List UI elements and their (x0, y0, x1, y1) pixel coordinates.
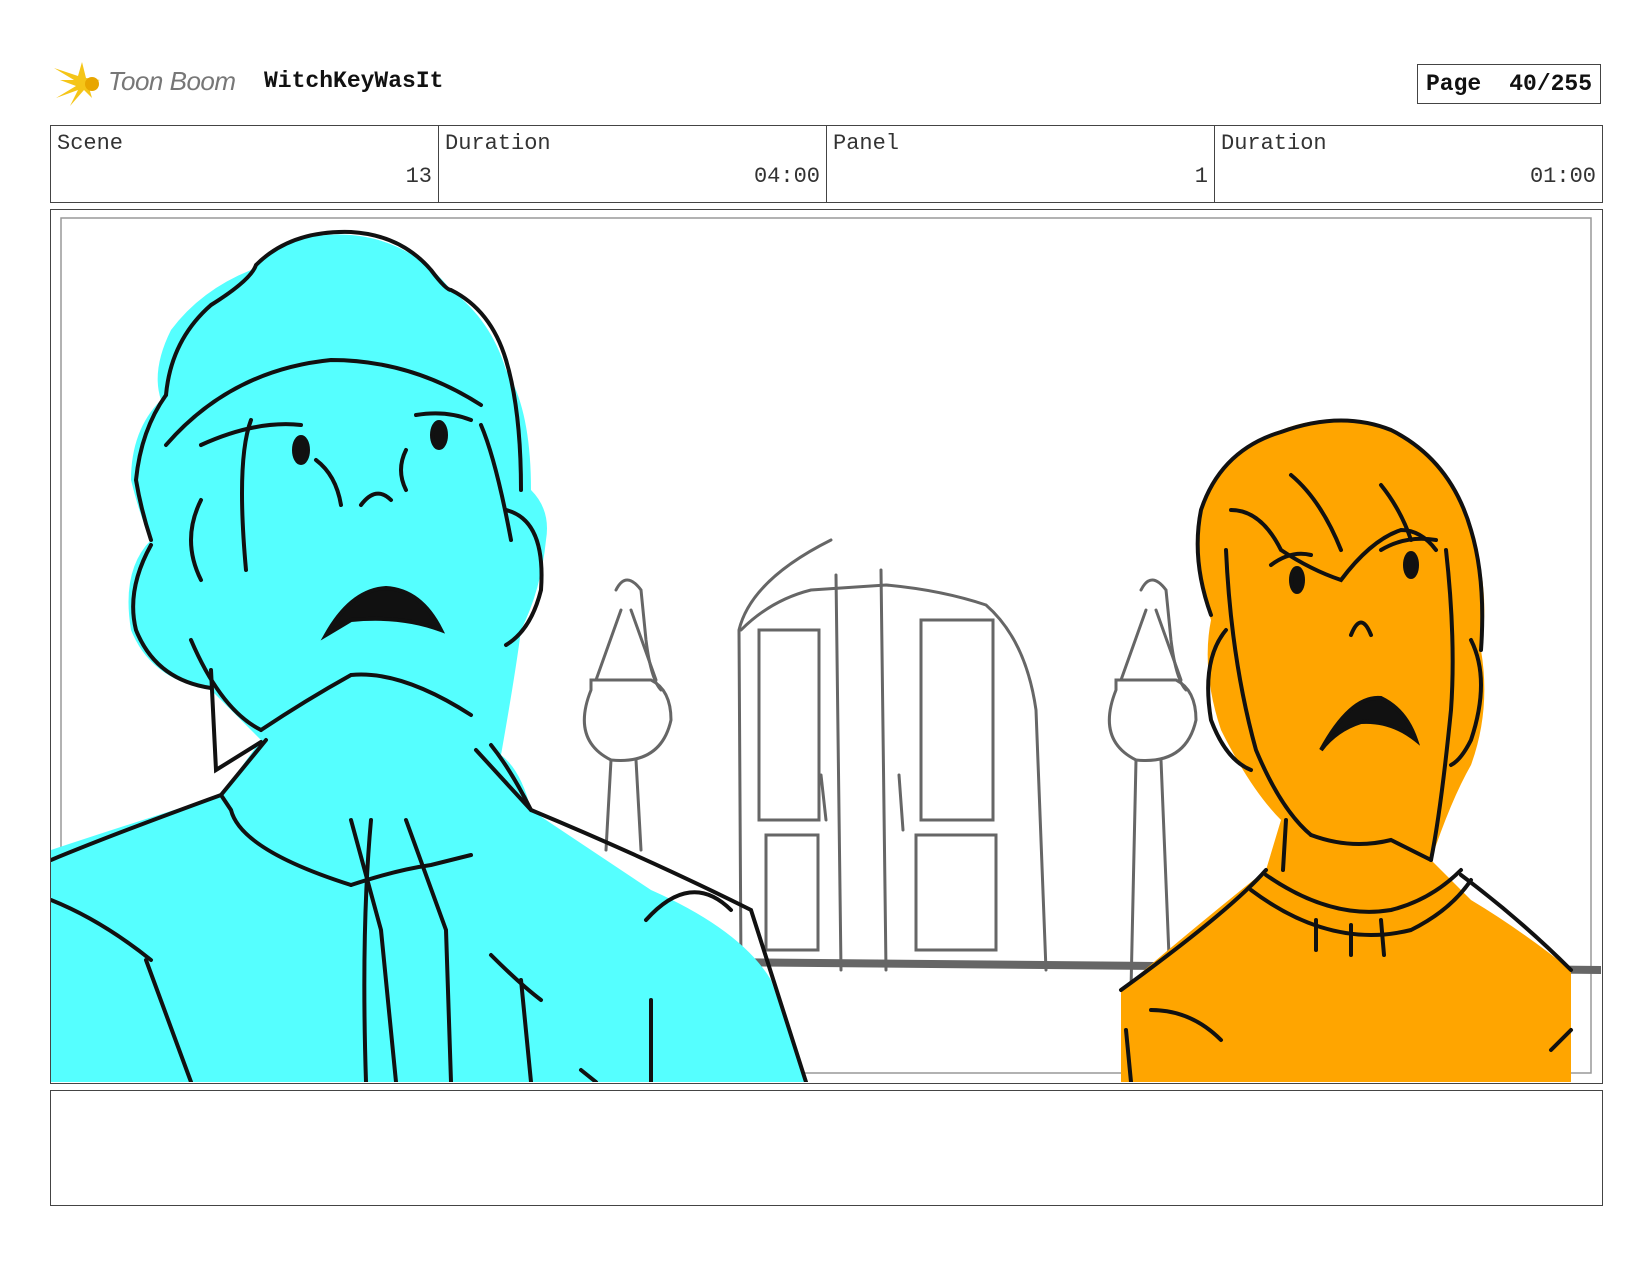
page-label: Page (1426, 71, 1482, 97)
brand-name: Toon Boom (108, 66, 236, 96)
scene-duration-cell: Duration 04:00 (439, 126, 827, 202)
storyboard-header: Toon Boom WitchKeyWasIt (52, 58, 1612, 108)
page-number: 40/255 (1509, 71, 1593, 97)
panel-duration-cell: Duration 01:00 (1215, 126, 1602, 202)
scene-cell: Scene 13 (51, 126, 439, 202)
page-indicator: Page 40/255 (1417, 64, 1601, 104)
scene-value: 13 (405, 164, 432, 189)
panel-image-frame (50, 209, 1603, 1084)
scene-duration-value: 04:00 (753, 164, 820, 189)
scene-info-bar: Scene 13 Duration 04:00 Panel 1 Duration… (50, 125, 1603, 203)
panel-sketch (51, 217, 1601, 1082)
panel-duration-label: Duration (1221, 131, 1327, 156)
toon-boom-star-icon (52, 58, 104, 108)
left-character (51, 229, 808, 1082)
panel-value: 1 (1194, 164, 1208, 189)
panel-notes-box (50, 1090, 1603, 1206)
right-character (1119, 418, 1573, 1082)
scene-duration-label: Duration (445, 131, 551, 156)
panel-cell: Panel 1 (827, 126, 1215, 202)
panel-label: Panel (833, 131, 900, 156)
panel-duration-value: 01:00 (1529, 164, 1596, 189)
project-title: WitchKeyWasIt (264, 68, 444, 94)
scene-label: Scene (57, 131, 124, 156)
